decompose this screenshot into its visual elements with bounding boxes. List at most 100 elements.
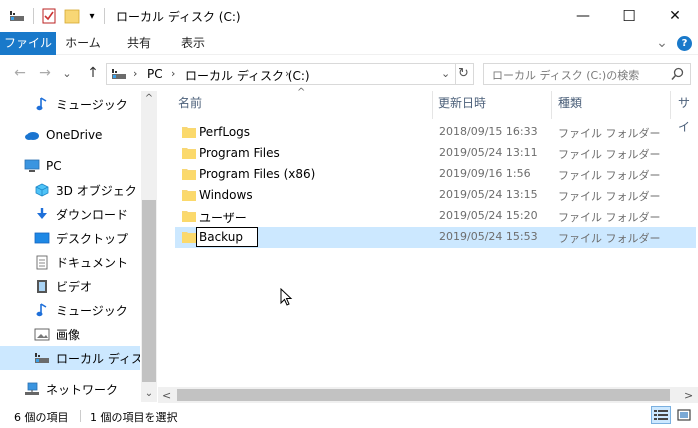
nav-item-label: ドキュメント (56, 255, 129, 270)
breadcrumb-separator[interactable]: › (171, 67, 175, 80)
file-type: ファイル フォルダー (558, 148, 661, 161)
nav-item-videos[interactable]: ビデオ (0, 274, 140, 298)
picture-icon (34, 326, 50, 342)
large-icons-view-icon (677, 409, 691, 421)
details-view-button[interactable] (651, 406, 671, 424)
computer-icon (24, 158, 40, 174)
recent-locations-button[interactable]: ⌄ (58, 64, 76, 82)
nav-item-local-disk[interactable]: ローカル ディスク (C:) (0, 346, 140, 370)
nav-item-pc[interactable]: PC (0, 154, 140, 178)
nav-item-label: ダウンロード (56, 207, 129, 222)
properties-icon[interactable] (41, 8, 57, 24)
column-divider[interactable] (432, 91, 433, 119)
large-icons-view-button[interactable] (674, 406, 694, 424)
nav-item-label: OneDrive (46, 128, 103, 142)
file-type: ファイル フォルダー (558, 190, 661, 203)
up-button[interactable]: ↑ (84, 64, 102, 82)
nav-item-label: ミュージック (56, 303, 128, 318)
breadcrumb-separator[interactable]: › (133, 67, 137, 80)
tab-view[interactable]: 表示 (168, 32, 218, 55)
nav-item-onedrive[interactable]: OneDrive (0, 123, 140, 147)
nav-item-label: ネットワーク (46, 382, 119, 397)
divider (80, 410, 81, 422)
maximize-button[interactable]: ☐ (606, 0, 652, 32)
nav-item-desktop[interactable]: デスクトップ (0, 226, 140, 250)
table-row[interactable]: Windows 2019/05/24 13:15 ファイル フォルダー (175, 185, 696, 206)
refresh-icon[interactable]: ↻ (458, 66, 469, 81)
nav-item-music[interactable]: ミュージック (0, 92, 140, 116)
new-folder-icon[interactable] (64, 8, 80, 24)
column-header-name[interactable]: 名前 (178, 91, 202, 115)
ribbon-expand-icon[interactable]: ⌄ (654, 32, 670, 55)
nav-item-label: ビデオ (56, 279, 93, 294)
minimize-button[interactable]: — (560, 0, 606, 32)
file-date: 2019/05/24 15:53 (439, 230, 538, 243)
desktop-icon (34, 230, 50, 246)
back-button[interactable]: ← (11, 64, 29, 82)
tab-home[interactable]: ホーム (58, 32, 108, 55)
tab-share[interactable]: 共有 (114, 32, 164, 55)
help-icon[interactable]: ? (677, 36, 692, 51)
close-button[interactable]: ✕ (652, 0, 698, 32)
address-dropdown-icon[interactable]: ⌄ (441, 67, 450, 80)
scroll-left-button[interactable]: < (162, 389, 171, 402)
nav-item-documents[interactable]: ドキュメント (0, 250, 140, 274)
divider (104, 8, 105, 24)
scroll-up-button[interactable]: ^ (142, 93, 156, 105)
cube-icon (34, 182, 50, 198)
nav-item-network[interactable]: ネットワーク (0, 379, 140, 399)
file-type: ファイル フォルダー (558, 127, 661, 140)
table-row-selected[interactable]: Backup 2019/05/24 15:53 ファイル フォルダー (175, 227, 696, 248)
table-row[interactable]: Program Files 2019/05/24 13:11 ファイル フォルダ… (175, 143, 696, 164)
file-name: Windows (199, 188, 253, 202)
file-date: 2019/05/24 13:11 (439, 146, 538, 159)
nav-item-3d-objects[interactable]: 3D オブジェクト (0, 178, 140, 202)
scroll-thumb[interactable] (177, 389, 670, 401)
nav-item-label: ローカル ディスク (C:) (56, 351, 140, 366)
forward-button[interactable]: → (36, 64, 54, 82)
file-date: 2019/05/24 15:20 (439, 209, 538, 222)
column-header-date[interactable]: 更新日時 (438, 91, 486, 115)
column-header-type[interactable]: 種類 (558, 91, 582, 115)
scroll-down-button[interactable]: ⌄ (142, 388, 156, 400)
search-icon[interactable] (671, 67, 684, 84)
table-row[interactable]: PerfLogs 2018/09/15 16:33 ファイル フォルダー (175, 122, 696, 143)
drive-icon (9, 8, 25, 24)
column-divider[interactable] (670, 91, 671, 119)
drive-icon (34, 350, 50, 366)
table-row[interactable]: Program Files (x86) 2019/09/16 1:56 ファイル… (175, 164, 696, 185)
rename-input[interactable]: Backup (196, 227, 258, 247)
nav-item-pictures[interactable]: 画像 (0, 322, 140, 346)
breadcrumb-local-disk[interactable]: ローカル ディスク (C:) (185, 67, 310, 84)
nav-item-label: 3D オブジェクト (56, 183, 140, 198)
folder-icon (182, 148, 196, 159)
address-bar[interactable]: › PC › ローカル ディスク (C:) › ⌄ ↻ (106, 63, 474, 85)
file-type: ファイル フォルダー (558, 232, 661, 245)
mouse-pointer-icon (280, 287, 294, 311)
file-name: Program Files (199, 146, 280, 160)
file-type: ファイル フォルダー (558, 211, 661, 224)
file-name: PerfLogs (199, 125, 251, 139)
details-view-icon (654, 410, 668, 420)
scroll-right-button[interactable]: > (684, 389, 693, 402)
title-bar: ▾ ローカル ディスク (C:) — ☐ ✕ (0, 0, 698, 32)
column-divider[interactable] (551, 91, 552, 119)
network-icon (24, 381, 40, 397)
breadcrumb-pc[interactable]: PC (147, 67, 163, 81)
folder-icon (182, 190, 196, 201)
status-bar: 6 個の項目 1 個の項目を選択 (0, 404, 698, 428)
table-row[interactable]: ユーザー 2019/05/24 15:20 ファイル フォルダー (175, 206, 696, 227)
nav-item-label: 画像 (56, 327, 81, 342)
tab-file[interactable]: ファイル (0, 32, 56, 55)
breadcrumb-separator[interactable]: › (285, 67, 289, 80)
nav-item-music-pc[interactable]: ミュージック (0, 298, 140, 322)
music-note-icon (34, 96, 50, 112)
file-date: 2018/09/15 16:33 (439, 125, 538, 138)
search-input[interactable]: ローカル ディスク (C:)の検索 (483, 63, 691, 85)
file-date: 2019/09/16 1:56 (439, 167, 531, 180)
scroll-thumb[interactable] (142, 200, 156, 382)
column-header-size[interactable]: サイ (678, 91, 698, 134)
customize-toolbar-icon[interactable]: ▾ (84, 8, 100, 24)
nav-item-downloads[interactable]: ダウンロード (0, 202, 140, 226)
nav-item-label: ミュージック (56, 97, 128, 112)
